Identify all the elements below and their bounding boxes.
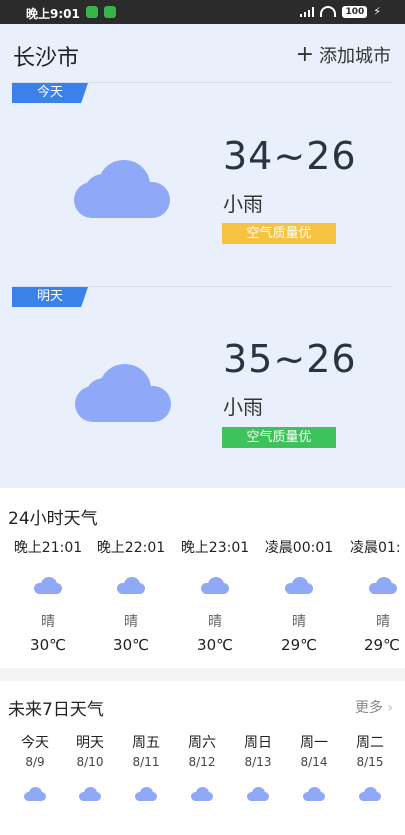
hourly-forecast[interactable]: 24小时天气 晚上21:01 晴 30℃ 晚上22:01 晴 30℃ 晚上23:… (0, 488, 405, 668)
cloud-icon (201, 577, 229, 594)
cloud-icon (117, 577, 145, 594)
more-link[interactable]: 更多 › (355, 697, 393, 717)
day-date: 8/12 (188, 755, 216, 769)
day-name: 周二 (356, 735, 384, 751)
hour-condition: 晴 (376, 614, 390, 630)
day-name: 今天 (21, 735, 49, 751)
day-item[interactable]: 周六 8/12 (176, 732, 228, 801)
day-name: 明天 (76, 735, 104, 751)
cloud-icon (75, 364, 171, 422)
cloud-icon (74, 160, 170, 218)
status-time: 晚上9:01 (26, 7, 80, 21)
divider (12, 286, 393, 287)
cloud-icon (285, 577, 313, 594)
hour-condition: 晴 (208, 614, 222, 630)
city-name[interactable]: 长沙市 (13, 40, 79, 72)
today-condition: 小雨 (223, 192, 263, 216)
weekly-title: 未来7日天气 (8, 700, 104, 720)
cloud-icon (79, 787, 101, 801)
cloud-icon (369, 577, 397, 594)
cloud-icon (247, 787, 269, 801)
day-date: 8/10 (76, 755, 104, 769)
wifi-icon (320, 6, 337, 17)
day-item[interactable]: 周日 8/13 (232, 732, 284, 801)
hour-temp: 29℃ (281, 636, 317, 654)
day-date: 8/15 (356, 755, 384, 769)
hour-time: 晚上22:01 (96, 540, 166, 556)
weekly-forecast: 未来7日天气 更多 › 今天 8/9 明天 8/10 周五 8/11 周六 8/… (0, 681, 405, 835)
day-name: 周五 (132, 735, 160, 751)
tomorrow-tag: 明天 (12, 287, 88, 307)
day-date: 8/14 (300, 755, 328, 769)
hour-condition: 晴 (41, 614, 55, 630)
cloud-icon (303, 787, 325, 801)
day-name: 周六 (188, 735, 216, 751)
charging-icon: ⚡ (373, 5, 381, 18)
add-city-label: 添加城市 (319, 46, 391, 67)
day-item[interactable]: 周二 8/15 (344, 732, 396, 801)
hour-time: 晚上23:01 (180, 540, 250, 556)
message-icon (86, 6, 98, 18)
hour-temp: 30℃ (113, 636, 149, 654)
cloud-icon (359, 787, 381, 801)
status-bar: 晚上9:01 100 ⚡ (0, 0, 405, 24)
hour-item: 晚上22:01 晴 30℃ (96, 537, 166, 654)
cloud-icon (24, 787, 46, 801)
hour-temp: 30℃ (197, 636, 233, 654)
today-air-quality-badge: 空气质量优 (222, 223, 336, 244)
plus-icon: + (295, 42, 314, 67)
add-city-button[interactable]: + 添加城市 (296, 42, 391, 68)
hourly-title: 24小时天气 (8, 509, 98, 529)
day-item[interactable]: 明天 8/10 (64, 732, 116, 801)
battery-icon: 100 (342, 5, 368, 18)
more-label: 更多 (354, 700, 383, 716)
hour-time: 晚上21:01 (13, 540, 83, 556)
hour-item: 凌晨00:01 晴 29℃ (264, 537, 334, 654)
day-name: 周日 (244, 735, 272, 751)
chevron-right-icon: › (387, 700, 393, 716)
hour-item: 凌晨01: 晴 29℃ (348, 537, 405, 654)
tomorrow-air-quality-badge: 空气质量优 (222, 427, 336, 448)
hour-condition: 晴 (292, 614, 306, 630)
notification-icon (104, 6, 116, 18)
hour-time: 凌晨01: (350, 540, 401, 556)
tomorrow-condition: 小雨 (223, 395, 263, 419)
divider (12, 82, 393, 83)
day-item[interactable]: 周一 8/14 (288, 732, 340, 801)
cloud-icon (191, 787, 213, 801)
day-item[interactable]: 周五 8/11 (120, 732, 172, 801)
hour-temp: 30℃ (30, 636, 66, 654)
day-item[interactable]: 今天 8/9 (9, 732, 61, 801)
forecast-panel: 长沙市 + 添加城市 今天 34~26 小雨 空气质量优 明天 35~26 小雨… (0, 24, 405, 488)
signal-icon (300, 6, 315, 17)
day-date: 8/13 (244, 755, 272, 769)
day-date: 8/9 (25, 755, 45, 769)
hour-condition: 晴 (124, 614, 138, 630)
tomorrow-temp-range: 35~26 (223, 337, 357, 381)
cloud-icon (34, 577, 62, 594)
day-date: 8/11 (132, 755, 160, 769)
hour-temp: 29℃ (364, 636, 400, 654)
cloud-icon (135, 787, 157, 801)
today-temp-range: 34~26 (223, 134, 357, 178)
hour-time: 凌晨00:01 (264, 540, 334, 556)
hour-item: 晚上23:01 晴 30℃ (180, 537, 250, 654)
day-name: 周一 (300, 735, 328, 751)
today-tag: 今天 (12, 83, 88, 103)
hour-item: 晚上21:01 晴 30℃ (13, 537, 83, 654)
